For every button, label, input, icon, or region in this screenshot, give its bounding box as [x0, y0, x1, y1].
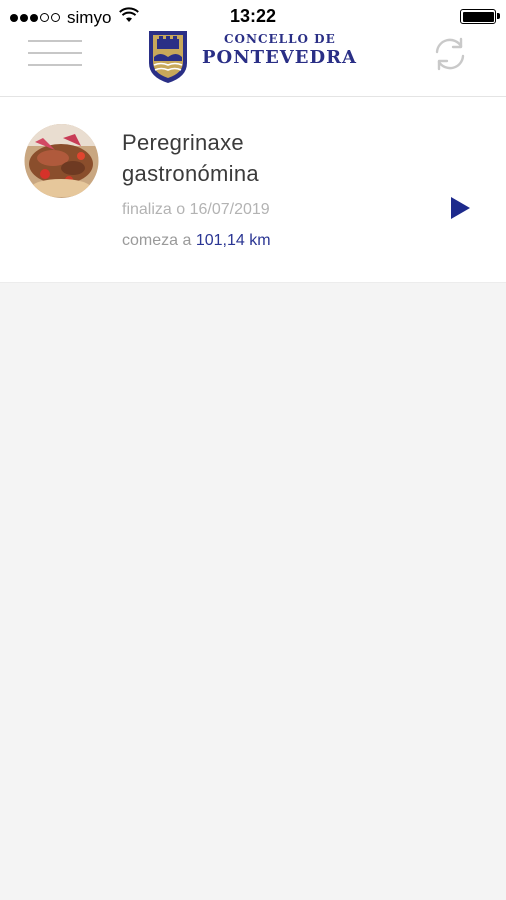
menu-button[interactable]: [28, 40, 82, 72]
refresh-button[interactable]: [430, 34, 470, 74]
play-icon: [451, 197, 470, 219]
route-card[interactable]: Peregrinaxe gastronómina finaliza o 16/0…: [0, 97, 506, 283]
logo-text-main: PONTEVEDRA: [202, 47, 358, 68]
route-start-distance: comeza a 101,14 km: [122, 232, 271, 250]
battery-level: [462, 11, 494, 22]
route-end-date: finaliza o 16/07/2019: [122, 201, 270, 218]
play-button[interactable]: [448, 195, 472, 221]
distance-value: 101,14 km: [195, 232, 271, 249]
route-title-line2: gastronómina: [122, 161, 259, 186]
menu-line: [28, 64, 82, 66]
battery-icon: [460, 9, 496, 24]
menu-line: [28, 52, 82, 54]
route-title: Peregrinaxe gastronómina: [122, 127, 422, 189]
status-time: 13:22: [229, 6, 277, 26]
refresh-icon: [435, 37, 465, 71]
route-thumbnail: [24, 124, 99, 198]
start-prefix: comeza a: [122, 232, 192, 249]
route-title-line1: Peregrinaxe: [122, 130, 244, 155]
logo-text-top: CONCELLO DE: [224, 32, 336, 46]
menu-line: [28, 40, 82, 42]
app-header: CONCELLO DE PONTEVEDRA: [0, 31, 506, 97]
crest-icon: [149, 31, 187, 83]
concello-logo: CONCELLO DE PONTEVEDRA: [146, 27, 360, 87]
battery-tip: [497, 13, 500, 19]
